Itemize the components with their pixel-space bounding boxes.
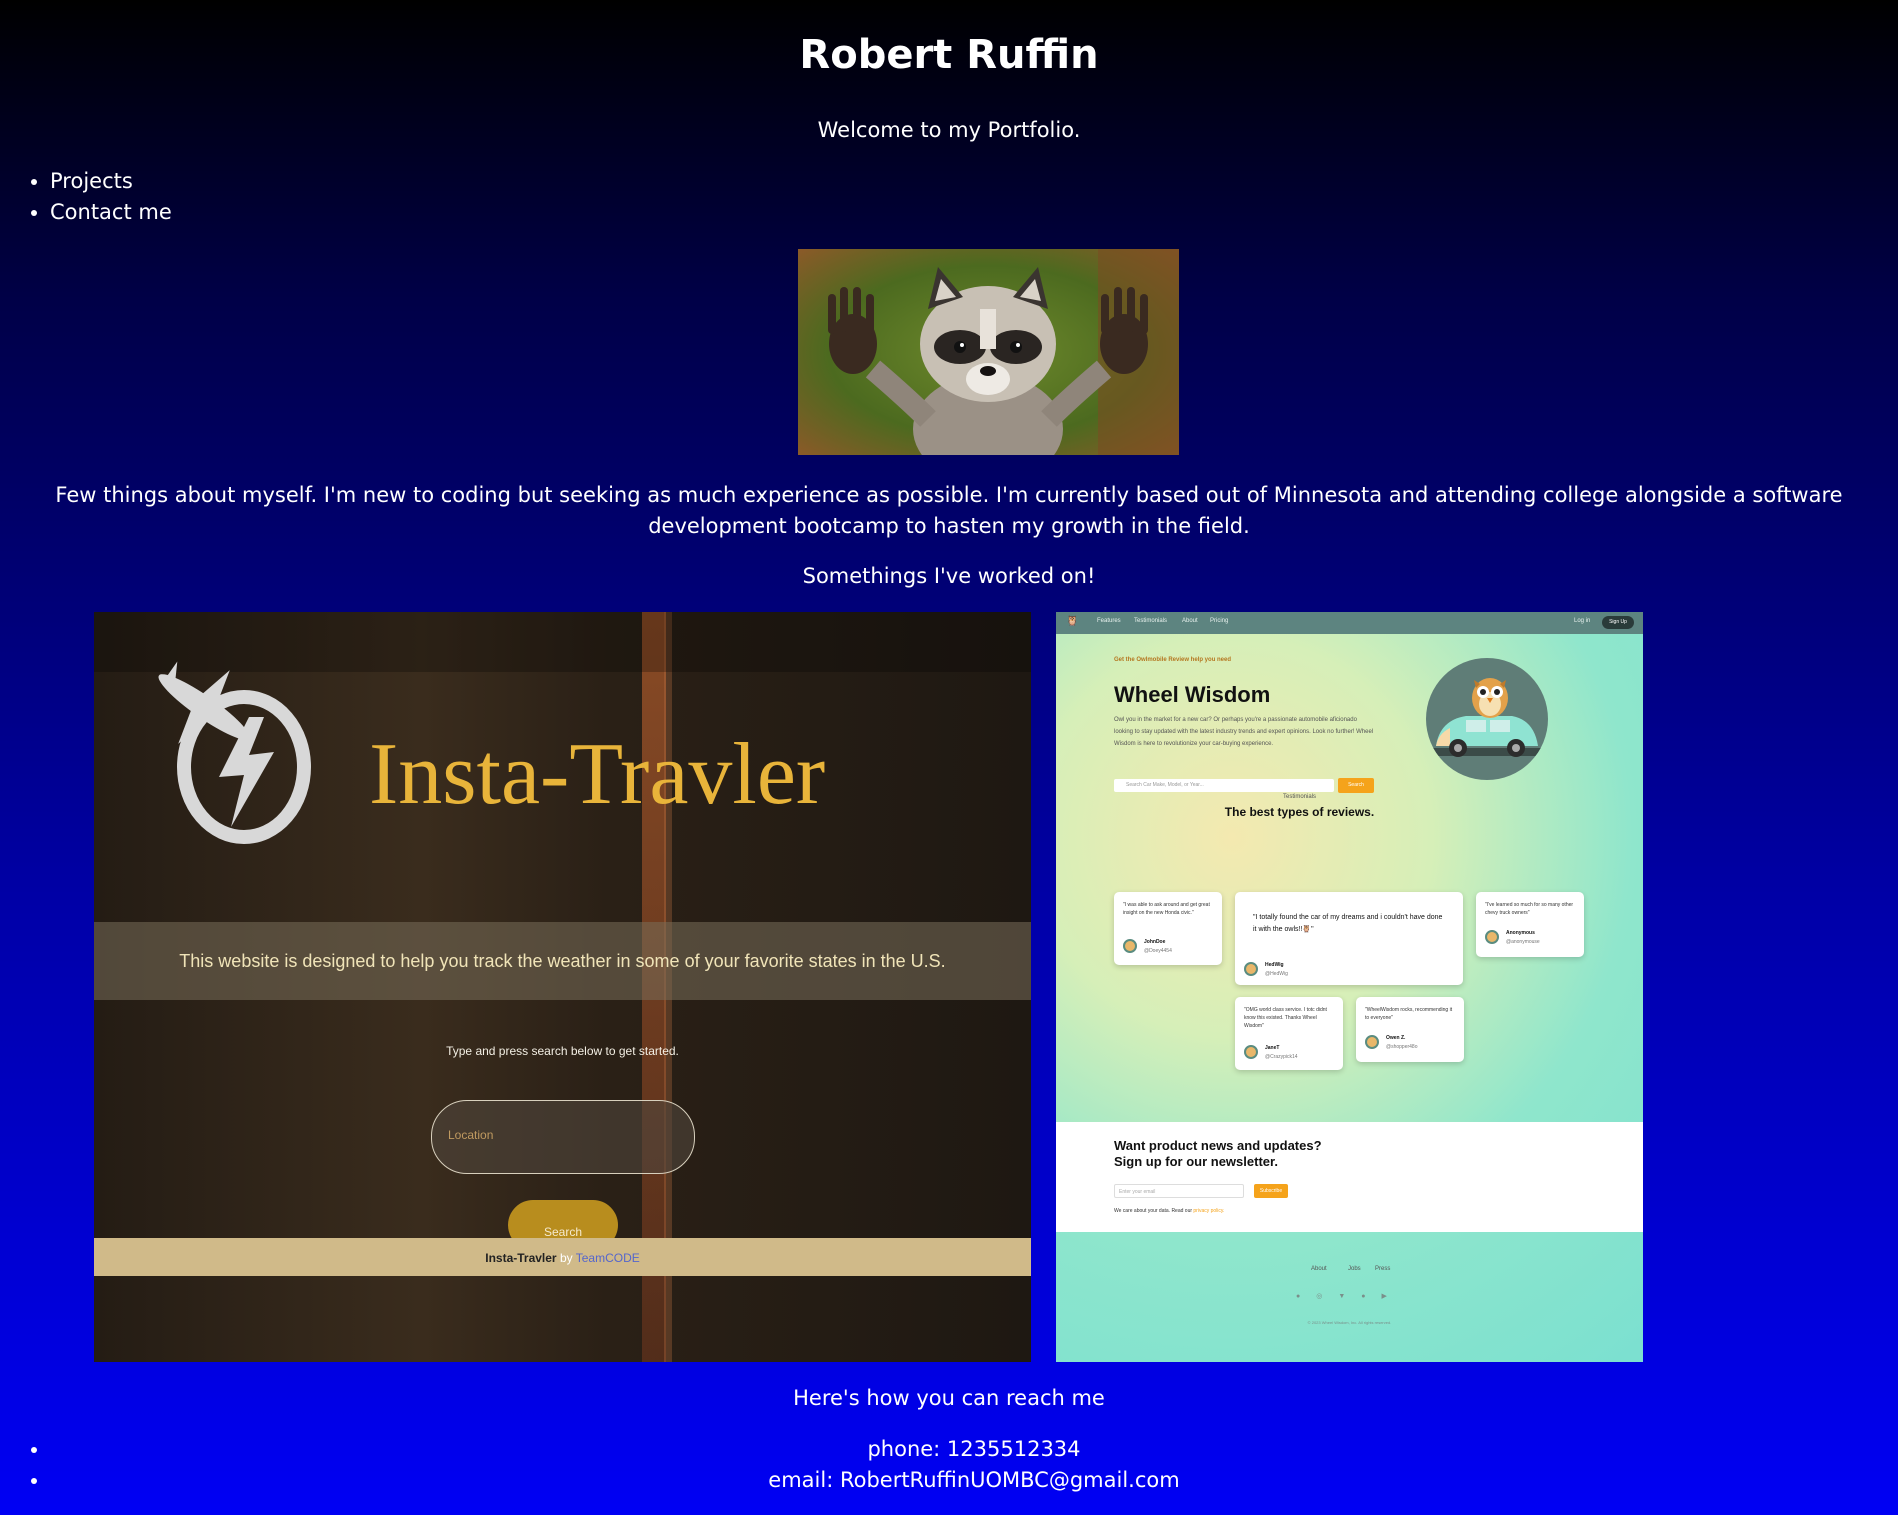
- wheel-nav-testimonials[interactable]: Testimonials: [1134, 618, 1167, 624]
- nav-list: Projects Contact me: [0, 166, 172, 228]
- project-insta-travler[interactable]: Insta-Travler This website is designed t…: [94, 612, 1031, 1362]
- owl-logo-icon[interactable]: 🦉: [1066, 616, 1078, 627]
- insta-title: Insta-Travler: [369, 726, 826, 823]
- nav-item-contact[interactable]: Contact me: [50, 197, 172, 228]
- review-card: "I was able to ask around and get great …: [1114, 892, 1222, 965]
- insta-location-field[interactable]: [431, 1100, 695, 1174]
- wheel-subscribe-button[interactable]: Subscribe: [1254, 1184, 1288, 1198]
- owl-car-illustration: [1426, 658, 1548, 780]
- wheel-footer-about[interactable]: About: [1311, 1266, 1327, 1272]
- wheel-privacy-note: We care about your data. Read our privac…: [1114, 1208, 1225, 1214]
- insta-footer-by: by: [556, 1251, 576, 1265]
- wheel-testimonials-eyebrow: Testimonials: [1282, 794, 1316, 800]
- wheel-search-input[interactable]: Search Car Make, Model, or Year...: [1114, 779, 1334, 792]
- contact-heading: Here's how you can reach me: [793, 1386, 1105, 1410]
- wheel-testimonials-title: The best types of reviews.: [1224, 805, 1375, 819]
- wheel-email-input[interactable]: Enter your email: [1114, 1184, 1244, 1198]
- wheel-title: Wheel Wisdom: [1114, 682, 1271, 707]
- wheel-description: Owl you in the market for a new car? Or …: [1114, 717, 1374, 747]
- nav-item-projects[interactable]: Projects: [50, 166, 172, 197]
- wheel-signup-button[interactable]: Sign Up: [1602, 616, 1634, 629]
- review-card-featured: "I totally found the car of my dreams an…: [1235, 892, 1463, 985]
- insta-hint: Type and press search below to get start…: [446, 1044, 679, 1058]
- wheel-eyebrow: Get the Owlmobile Review help you need: [1114, 657, 1232, 663]
- wheel-search-button[interactable]: Search: [1338, 778, 1374, 793]
- wheel-newsletter: Want product news and updates? Sign up f…: [1056, 1122, 1643, 1232]
- insta-footer-team-link[interactable]: TeamCODE: [576, 1251, 640, 1265]
- wheel-nav-pricing[interactable]: Pricing: [1210, 618, 1228, 624]
- wheel-login-link[interactable]: Log in: [1574, 618, 1590, 624]
- contact-phone: phone: 1235512334: [50, 1434, 1898, 1465]
- instagram-icon[interactable]: ◎: [1316, 1293, 1338, 1300]
- review-card: "OMG world class service. I totc didnt k…: [1235, 997, 1343, 1070]
- avatar: [1485, 930, 1499, 944]
- page-title: Robert Ruffin: [799, 32, 1099, 78]
- wheel-footer-jobs[interactable]: Jobs: [1348, 1266, 1361, 1272]
- privacy-link[interactable]: privacy policy.: [1193, 1208, 1224, 1214]
- insta-banner-text: This website is designed to help you tra…: [179, 951, 946, 971]
- avatar: [1365, 1035, 1379, 1049]
- wheel-navbar: 🦉 Features Testimonials About Pricing Lo…: [1056, 612, 1643, 634]
- github-icon[interactable]: ●: [1361, 1293, 1381, 1300]
- facebook-icon[interactable]: ●: [1296, 1293, 1316, 1300]
- review-card: "WheelWisdom rocks, recommending it to e…: [1356, 997, 1464, 1062]
- welcome-text: Welcome to my Portfolio.: [817, 118, 1081, 142]
- wheel-footer-press[interactable]: Press: [1375, 1266, 1390, 1272]
- about-text: Few things about myself. I'm new to codi…: [55, 483, 1843, 538]
- lightning-plane-icon: [158, 661, 311, 844]
- wheel-nav-about[interactable]: About: [1182, 618, 1198, 624]
- projects-heading: Somethings I've worked on!: [802, 564, 1096, 588]
- insta-location-input[interactable]: [446, 1127, 670, 1143]
- insta-footer: Insta-Travler by TeamCODE: [94, 1238, 1031, 1276]
- contact-list: phone: 1235512334 email: RobertRuffinUOM…: [0, 1434, 1898, 1496]
- avatar: [1123, 939, 1137, 953]
- twitter-icon[interactable]: ▼: [1338, 1293, 1361, 1300]
- avatar: [1244, 1045, 1258, 1059]
- profile-photo: [798, 249, 1179, 455]
- project-wheel-wisdom[interactable]: 🦉 Features Testimonials About Pricing Lo…: [1056, 612, 1643, 1362]
- wheel-nav-features[interactable]: Features: [1097, 618, 1121, 624]
- wheel-copyright: © 2023 Wheel Wisdom, Inc. All rights res…: [1307, 1320, 1392, 1325]
- contact-email[interactable]: email: RobertRuffinUOMBC@gmail.com: [50, 1465, 1898, 1496]
- insta-footer-brand: Insta-Travler: [485, 1251, 557, 1265]
- avatar: [1244, 962, 1258, 976]
- review-card: "I've learned so much for so many other …: [1476, 892, 1584, 957]
- youtube-icon[interactable]: ▶: [1382, 1293, 1403, 1300]
- social-icons[interactable]: ●◎▼●▶: [1296, 1292, 1403, 1300]
